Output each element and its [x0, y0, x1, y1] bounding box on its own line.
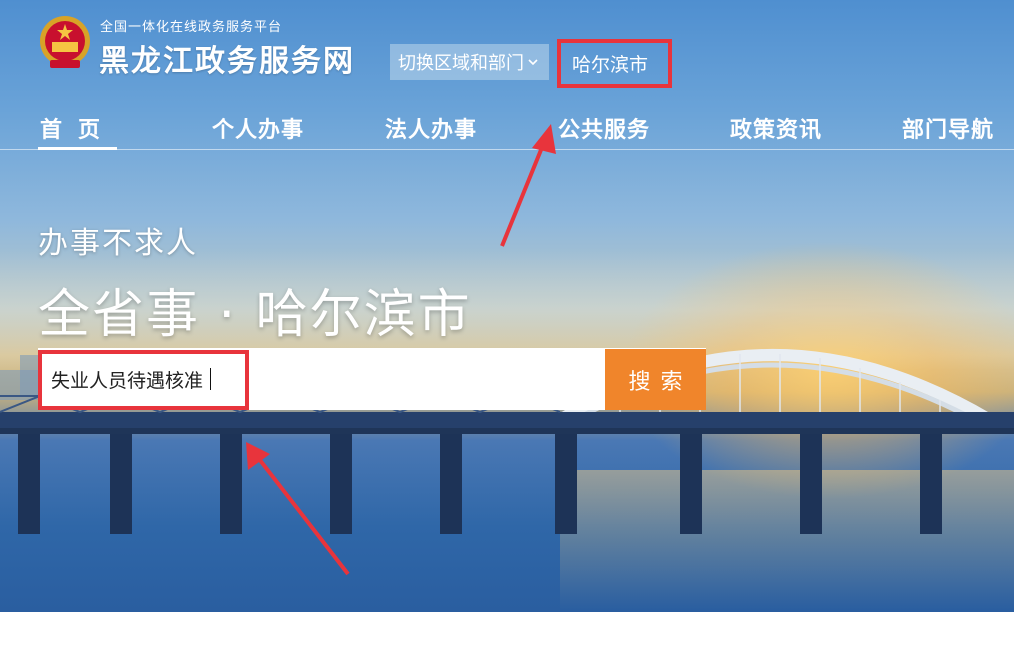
national-emblem-icon[interactable] — [38, 14, 92, 72]
nav-item-policy-news[interactable]: 政策资讯 — [730, 112, 822, 144]
nav-item-legal-person[interactable]: 法人办事 — [385, 112, 477, 144]
current-city-label: 哈尔滨市 — [572, 54, 649, 76]
search-input[interactable] — [38, 348, 605, 410]
site-title[interactable]: 黑龙江政务服务网 — [99, 36, 355, 80]
nav-item-public-service[interactable]: 公共服务 — [558, 112, 650, 144]
hero-headline: 全省事 · 哈尔滨市 — [38, 285, 472, 345]
nav-item-personal[interactable]: 个人办事 — [212, 112, 304, 144]
chevron-down-icon — [528, 59, 538, 66]
nav-item-home[interactable]: 首页 — [40, 112, 116, 144]
hero-slogan: 办事不求人 — [38, 226, 198, 261]
text-caret — [210, 368, 211, 390]
nav-item-department-guide[interactable]: 部门导航 — [902, 112, 994, 144]
nav-divider — [0, 149, 1014, 150]
platform-label: 全国一体化在线政务服务平台 — [100, 20, 283, 35]
main-nav: 首页 个人办事 法人办事 公共服务 政策资讯 部门导航 — [0, 108, 1014, 152]
region-switch-button[interactable]: 切换区域和部门 — [390, 44, 549, 80]
current-city-button[interactable]: 哈尔滨市 — [557, 39, 672, 88]
search-button[interactable]: 搜索 — [605, 349, 706, 410]
region-switch-label: 切换区域和部门 — [398, 53, 524, 74]
